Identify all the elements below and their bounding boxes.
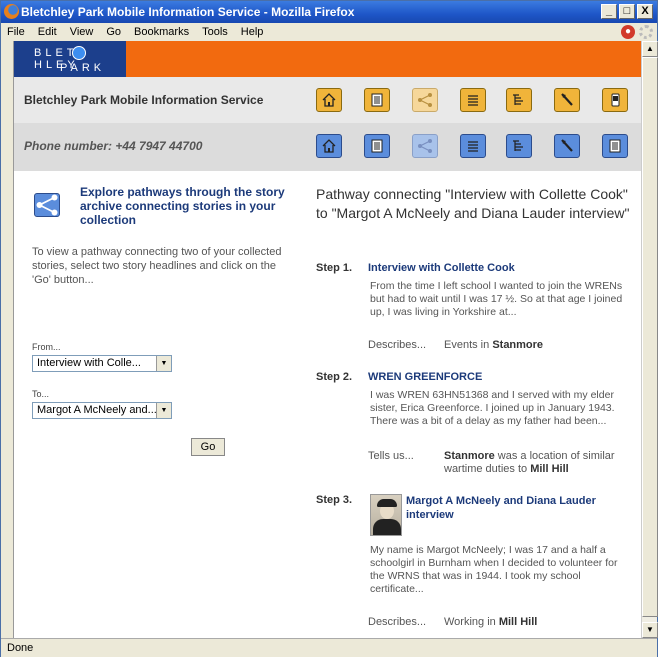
step-number: Step 2. — [316, 371, 353, 383]
relation-link[interactable]: Describes... — [368, 339, 426, 351]
story-excerpt: From the time I left school I wanted to … — [370, 280, 623, 318]
nav-mobile-button[interactable] — [602, 134, 628, 158]
pathway-icon — [418, 139, 432, 153]
nav-row-orange: Bletchley Park Mobile Information Servic… — [14, 77, 641, 123]
document-icon — [371, 139, 383, 153]
nav-list-button[interactable] — [460, 134, 486, 158]
document-icon — [371, 93, 383, 107]
step-number: Step 3. — [316, 494, 353, 506]
throbber-icon — [639, 25, 653, 39]
pathway-results-panel: Pathway connecting "Interview with Colle… — [314, 171, 641, 638]
nav-row-blue: Phone number: +44 7947 44700 — [14, 123, 641, 171]
list-icon — [468, 95, 478, 106]
nav-list-button[interactable] — [460, 88, 486, 112]
step-3: Step 3. Margot A McNeely and Diana Laude… — [314, 494, 641, 634]
pointer-icon — [561, 93, 573, 106]
bletchley-park-logo: BLETHLEY PARK — [14, 41, 126, 77]
relation-text: Stanmore was a location of similar warti… — [444, 450, 615, 475]
story-title-link[interactable]: WREN GREENFORCE — [368, 371, 482, 383]
document-icon — [609, 139, 621, 153]
menu-view[interactable]: View — [70, 26, 94, 38]
scroll-thumb[interactable] — [642, 57, 658, 617]
mobile-icon — [611, 93, 620, 107]
stop-icon[interactable]: ● — [621, 25, 635, 39]
chevron-down-icon: ▼ — [156, 403, 171, 418]
interviewee-photo — [370, 494, 402, 536]
pathway-description: To view a pathway connecting two of your… — [32, 246, 282, 286]
title-bar: Bletchley Park Mobile Information Servic… — [1, 1, 657, 23]
browser-window: Bletchley Park Mobile Information Servic… — [0, 0, 658, 657]
pointer-icon — [561, 139, 573, 152]
page-viewport: BLETHLEY PARK Bletchley Park Mobile Info… — [13, 41, 641, 638]
pathway-form-panel: Explore pathways through the story archi… — [14, 171, 304, 638]
tree-icon — [513, 140, 523, 151]
pathway-icon — [418, 93, 432, 107]
header-banner: BLETHLEY PARK — [14, 41, 641, 77]
tree-icon — [513, 94, 523, 105]
vertical-scrollbar[interactable]: ▲ ▼ — [641, 41, 658, 638]
close-button[interactable]: X — [637, 4, 653, 19]
nav-document-button[interactable] — [364, 134, 390, 158]
list-icon — [468, 141, 478, 152]
step-number: Step 1. — [316, 262, 353, 274]
maximize-button[interactable]: □ — [619, 4, 635, 19]
go-button[interactable]: Go — [191, 438, 225, 456]
phone-number: Phone number: +44 7947 44700 — [24, 139, 203, 153]
menu-bookmarks[interactable]: Bookmarks — [134, 26, 189, 38]
menu-edit[interactable]: Edit — [38, 26, 57, 38]
menu-go[interactable]: Go — [106, 26, 121, 38]
relation-text: Events in Stanmore — [444, 339, 544, 351]
nav-mobile-button[interactable] — [602, 88, 628, 112]
logo-c-circle — [72, 46, 86, 60]
nav-tree-button[interactable] — [506, 134, 532, 158]
menu-bar: File Edit View Go Bookmarks Tools Help ● — [1, 23, 657, 41]
nav-pathway-button[interactable] — [412, 88, 438, 112]
nav-home-button[interactable] — [316, 134, 342, 158]
step-1: Step 1. Interview with Collette Cook Fro… — [314, 262, 641, 362]
minimize-button[interactable]: _ — [601, 4, 617, 19]
chevron-down-icon: ▼ — [156, 356, 171, 371]
to-label: To... — [32, 389, 50, 399]
pathway-icon — [34, 193, 60, 217]
from-label: From... — [32, 342, 61, 352]
relation-link[interactable]: Describes... — [368, 616, 426, 628]
firefox-icon — [4, 4, 19, 19]
story-title-link[interactable]: Margot A McNeely and Diana Lauder interv… — [406, 494, 606, 522]
to-select[interactable]: Margot A McNeely and... ▼ — [32, 402, 172, 419]
relation-link[interactable]: Tells us... — [368, 450, 414, 462]
nav-pointer-button[interactable] — [554, 88, 580, 112]
service-name: Bletchley Park Mobile Information Servic… — [24, 93, 264, 107]
step-2: Step 2. WREN GREENFORCE I was WREN 63HN5… — [314, 371, 641, 481]
nav-home-button[interactable] — [316, 88, 342, 112]
pathway-heading: Explore pathways through the story archi… — [80, 185, 285, 227]
nav-pointer-button[interactable] — [554, 134, 580, 158]
story-title-link[interactable]: Interview with Collette Cook — [368, 262, 515, 274]
status-bar: Done — [1, 638, 657, 657]
nav-pathway-button[interactable] — [412, 134, 438, 158]
window-title: Bletchley Park Mobile Information Servic… — [21, 5, 355, 19]
relation-text: Working in Mill Hill — [444, 616, 538, 628]
menu-help[interactable]: Help — [241, 26, 264, 38]
scroll-up-icon[interactable]: ▲ — [642, 41, 658, 57]
home-icon — [322, 93, 336, 107]
scroll-down-icon[interactable]: ▼ — [642, 622, 658, 638]
story-excerpt: I was WREN 63HN51368 and I served with m… — [370, 389, 615, 427]
story-excerpt: My name is Margot McNeely; I was 17 and … — [370, 544, 618, 595]
nav-tree-button[interactable] — [506, 88, 532, 112]
pathway-title: Pathway connecting "Interview with Colle… — [316, 186, 630, 221]
menu-tools[interactable]: Tools — [202, 26, 228, 38]
menu-file[interactable]: File — [7, 26, 25, 38]
home-icon — [322, 139, 336, 153]
from-select[interactable]: Interview with Colle... ▼ — [32, 355, 172, 372]
nav-document-button[interactable] — [364, 88, 390, 112]
